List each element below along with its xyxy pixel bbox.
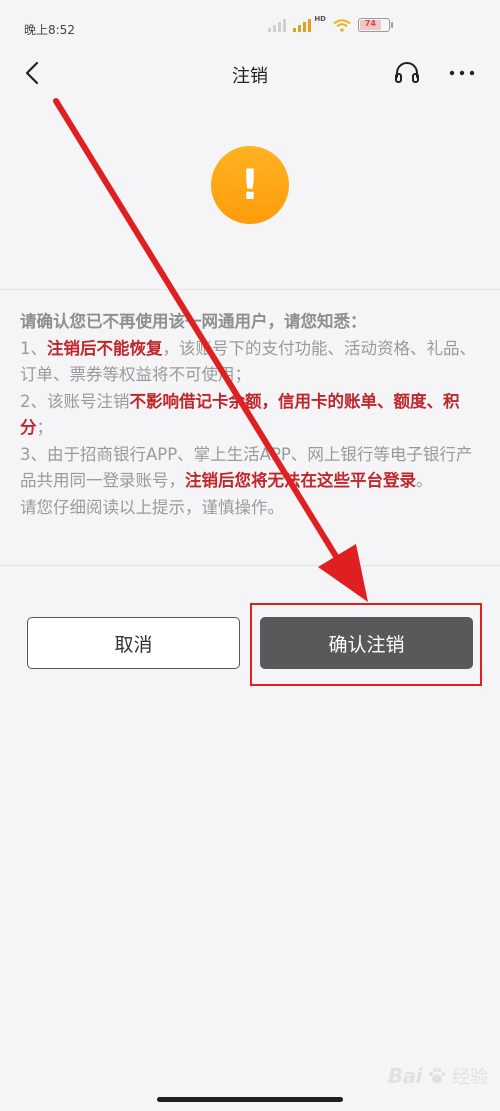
headset-icon[interactable]	[392, 58, 422, 88]
notice-item-2: 2、该账号注销不影响借记卡余额，信用卡的账单、额度、积分；	[20, 389, 482, 442]
watermark: Bai 经验	[388, 1063, 488, 1089]
more-icon[interactable]	[447, 58, 477, 88]
notice-item-3-rest: 。	[416, 471, 433, 490]
notice-item-1-prefix: 1、	[20, 338, 47, 358]
signal-strong-icon	[293, 18, 312, 32]
notice-item-3: 3、由于招商银行APP、掌上生活APP、网上银行等电子银行产品共用同一登录账号，…	[20, 442, 482, 495]
nav-bar: 注销	[0, 44, 500, 102]
network-label: HD	[314, 15, 326, 23]
wifi-icon	[333, 18, 351, 32]
warning-icon: !	[211, 146, 289, 224]
notice-text: 请确认您已不再使用该一网通用户，请您知悉： 1、注销后不能恢复，该账号下的支付功…	[20, 309, 482, 521]
notice-footer: 请您仔细阅读以上提示，谨慎操作。	[20, 497, 284, 517]
status-time: 晚上8:52	[24, 23, 75, 37]
status-icons: HD 74	[268, 15, 393, 32]
watermark-label: 经验	[452, 1067, 488, 1088]
home-indicator[interactable]	[157, 1097, 343, 1102]
notice-item-2-rest: ；	[36, 418, 54, 437]
notice-heading: 请确认您已不再使用该一网通用户，请您知悉：	[20, 312, 367, 331]
divider-bottom	[0, 565, 500, 566]
notice-item-1: 1、注销后不能恢复，该账号下的支付功能、活动资格、礼品、订单、票券等权益将不可使…	[20, 336, 482, 389]
notice-item-3-highlight: 注销后您将无法在这些平台登录	[185, 471, 416, 490]
notice-item-2-prefix: 2、该账号注销	[20, 391, 130, 411]
page-title: 注销	[232, 66, 268, 87]
status-bar: 晚上8:52 HD 74	[0, 0, 500, 44]
battery-level: 74	[364, 19, 376, 28]
confirm-cancel-account-button[interactable]: 确认注销	[260, 617, 473, 669]
watermark-brand: Bai	[387, 1064, 423, 1088]
battery-icon: 74	[358, 18, 393, 32]
notice-item-1-highlight: 注销后不能恢复	[47, 338, 163, 358]
paw-logo-icon	[429, 1068, 446, 1084]
back-arrow-icon[interactable]	[18, 58, 48, 88]
cancel-button[interactable]: 取消	[27, 617, 240, 669]
signal-icon	[268, 18, 287, 32]
divider-top	[0, 289, 500, 290]
